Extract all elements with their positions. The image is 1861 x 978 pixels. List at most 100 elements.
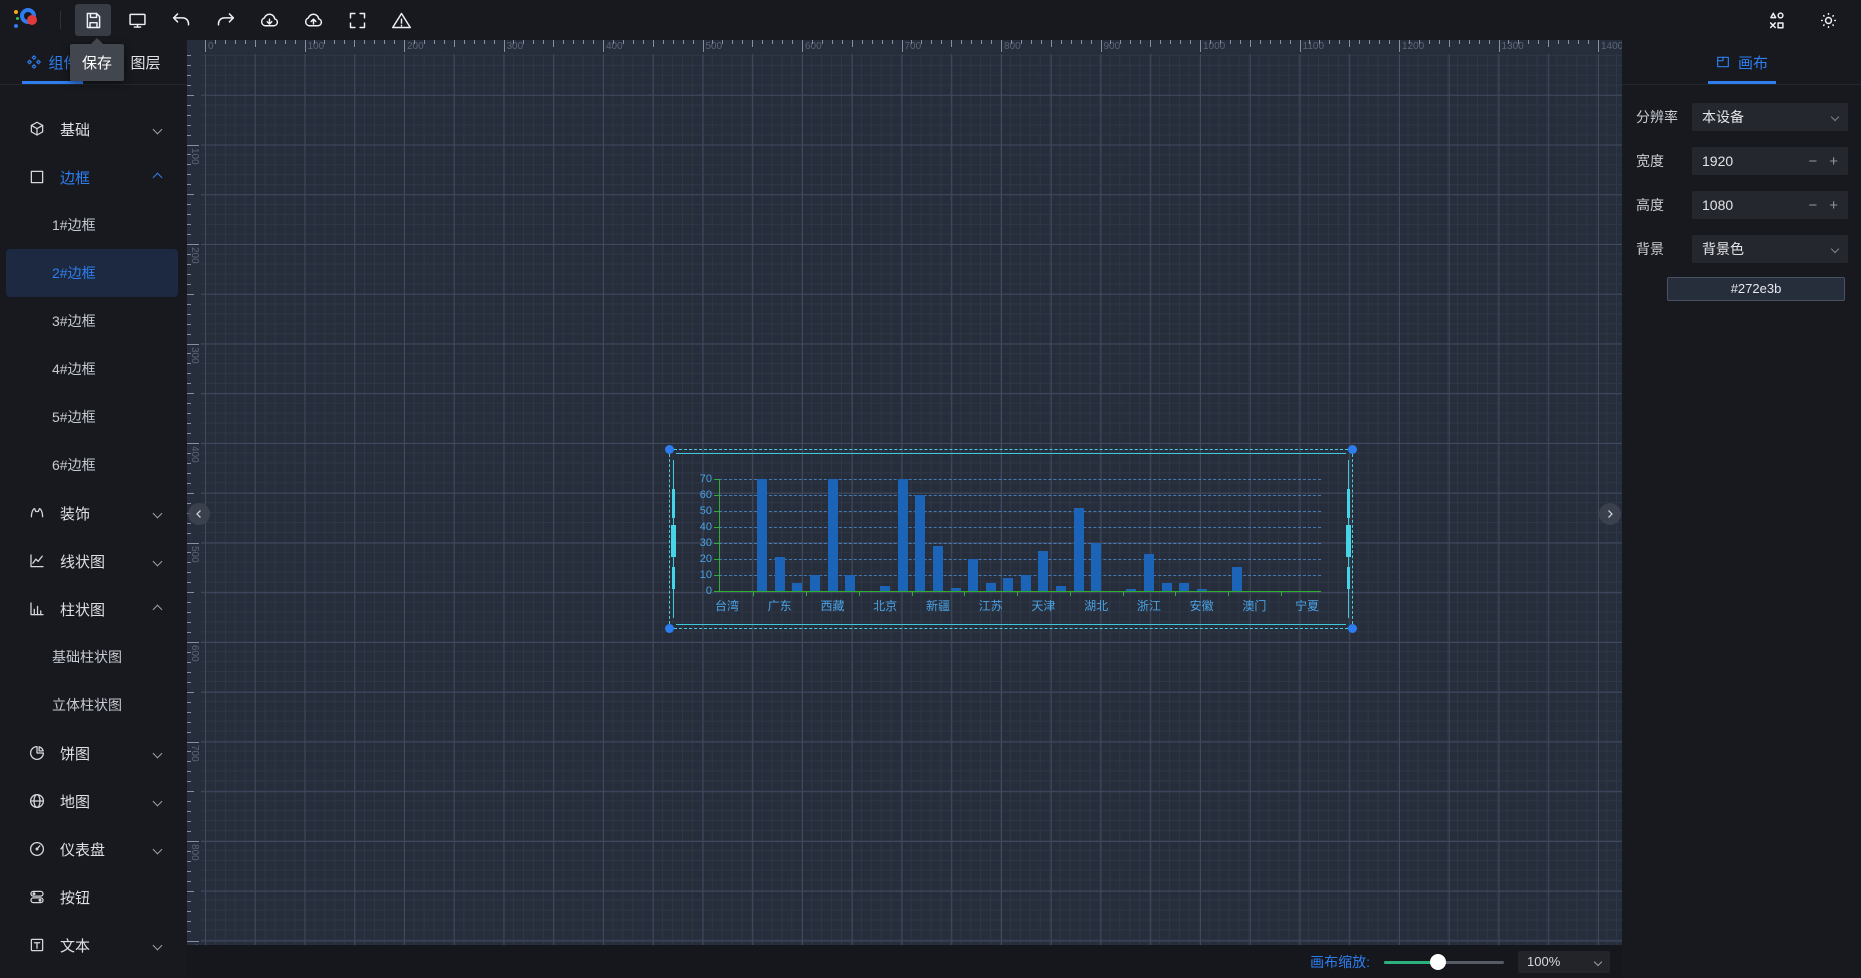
width-decrement-button[interactable]: − <box>1808 153 1817 170</box>
ruler-tick <box>583 40 584 44</box>
sidebar-item-text[interactable]: 文本 <box>0 921 187 969</box>
ruler-tick <box>812 40 813 44</box>
sidebar-item-line-chart[interactable]: 线状图 <box>0 537 187 585</box>
sidebar-item-gauge[interactable]: 仪表盘 <box>0 825 187 873</box>
ruler-tick <box>1031 40 1032 44</box>
ruler-tick <box>187 125 191 126</box>
sidebar-item-decoration[interactable]: 装饰 <box>0 489 187 537</box>
chevron-down-icon <box>1594 957 1602 965</box>
width-increment-button[interactable]: + <box>1829 153 1838 170</box>
collapse-right-button[interactable] <box>1599 503 1621 525</box>
zoom-select[interactable]: 100% <box>1518 951 1610 973</box>
ruler-tick <box>245 40 246 44</box>
ruler-tick <box>991 40 992 44</box>
ruler-tick <box>1558 40 1559 44</box>
collapse-left-button[interactable] <box>188 503 210 525</box>
resize-handle-top-right[interactable] <box>1348 445 1357 454</box>
x-axis-line <box>719 591 1321 592</box>
line-chart-icon <box>28 552 46 570</box>
sidebar-subitem-3#边框[interactable]: 3#边框 <box>6 297 178 345</box>
ruler-tick <box>971 40 972 44</box>
bar <box>951 588 961 591</box>
height-value: 1080 <box>1702 197 1733 213</box>
ruler-tick <box>683 40 684 44</box>
ruler-tick <box>187 592 194 593</box>
background-select[interactable]: 背景色 <box>1692 235 1848 263</box>
sidebar-item-label: 边框 <box>60 167 90 188</box>
selected-border-component[interactable]: 010203040506070台湾广东西藏北京新疆江苏天津湖北浙江安徽澳门宁夏 <box>669 449 1353 629</box>
redo-button[interactable] <box>207 4 243 36</box>
x-tick-label: 广东 <box>758 597 802 614</box>
sidebar-item-label: 装饰 <box>60 503 90 524</box>
ruler-number: 900 <box>1104 41 1121 52</box>
sidebar-subitem-1#边框[interactable]: 1#边框 <box>6 201 178 249</box>
sidebar-subitem-基础柱状图[interactable]: 基础柱状图 <box>6 633 178 681</box>
sidebar-menu: 基础边框 1#边框2#边框3#边框4#边框5#边框6#边框装饰线状图柱状图基础柱状… <box>0 85 187 969</box>
sidebar-subitem-6#边框[interactable]: 6#边框 <box>6 441 178 489</box>
x-tick-label: 北京 <box>863 597 907 614</box>
fullscreen-icon <box>347 10 368 31</box>
ruler-tick <box>187 75 191 76</box>
zoom-slider-thumb[interactable] <box>1430 954 1446 970</box>
y-tick-label: 40 <box>678 521 712 533</box>
cloud-download-button[interactable] <box>251 4 287 36</box>
ruler-tick <box>1081 40 1082 44</box>
ruler-tick <box>444 40 445 44</box>
bar <box>933 546 943 591</box>
save-button[interactable] <box>75 4 111 36</box>
fullscreen-button[interactable] <box>339 4 375 36</box>
height-decrement-button[interactable]: − <box>1808 197 1817 214</box>
monitor-button[interactable] <box>119 4 155 36</box>
sidebar-item-bar-chart[interactable]: 柱状图 <box>0 585 187 633</box>
bar <box>880 586 890 591</box>
bar <box>1056 586 1066 591</box>
sidebar-subitem-4#边框[interactable]: 4#边框 <box>6 345 178 393</box>
ruler-tick <box>981 40 982 44</box>
sidebar-subitem-立体柱状图[interactable]: 立体柱状图 <box>6 681 178 729</box>
sidebar-subitem-2#边框[interactable]: 2#边框 <box>6 249 178 297</box>
grid-line <box>719 543 1321 544</box>
resize-handle-top-left[interactable] <box>665 445 674 454</box>
grid-line <box>719 479 1321 480</box>
sidebar-item-border[interactable]: 边框 <box>0 153 187 201</box>
zoom-slider[interactable] <box>1384 954 1504 970</box>
shapes-button[interactable] <box>1761 4 1791 36</box>
ruler-tick <box>1140 40 1141 44</box>
resize-handle-bottom-left[interactable] <box>665 624 674 633</box>
sidebar-item-map[interactable]: 地图 <box>0 777 187 825</box>
canvas-tab-label: 画布 <box>1738 52 1768 73</box>
settings-panel: 画布 分辨率 本设备 宽度 1920 − + <box>1622 40 1861 978</box>
sidebar-item-pie-chart[interactable]: 饼图 <box>0 729 187 777</box>
ruler-tick <box>187 463 191 464</box>
resolution-select[interactable]: 本设备 <box>1692 103 1848 131</box>
ruler-tick <box>1001 40 1002 52</box>
ruler-tick <box>187 363 191 364</box>
ruler-tick <box>1489 40 1490 44</box>
width-input[interactable]: 1920 − + <box>1692 147 1848 175</box>
resize-handle-bottom-right[interactable] <box>1348 624 1357 633</box>
cloud-upload-button[interactable] <box>295 4 331 36</box>
ruler-tick <box>187 821 191 822</box>
resolution-label: 分辨率 <box>1636 107 1682 127</box>
ruler-tick <box>187 264 191 265</box>
chevron-down-icon <box>153 844 163 854</box>
sidebar-item-basic[interactable]: 基础 <box>0 105 187 153</box>
tab-canvas[interactable]: 画布 <box>1622 40 1861 85</box>
height-increment-button[interactable]: + <box>1829 197 1838 214</box>
ruler-tick <box>187 324 191 325</box>
ruler-tick <box>384 40 385 44</box>
ruler-tick <box>663 40 664 44</box>
ruler-tick <box>1329 40 1330 44</box>
brightness-button[interactable] <box>1813 4 1843 36</box>
canvas-grid[interactable]: 010203040506070台湾广东西藏北京新疆江苏天津湖北浙江安徽澳门宁夏 <box>201 54 1622 945</box>
undo-button[interactable] <box>163 4 199 36</box>
sidebar-item-button[interactable]: 按钮 <box>0 873 187 921</box>
sidebar-item-label: 饼图 <box>60 743 90 764</box>
height-input[interactable]: 1080 − + <box>1692 191 1848 219</box>
background-color-input[interactable]: #272e3b <box>1667 277 1845 301</box>
ruler-tick <box>1250 40 1251 47</box>
bar <box>828 479 838 591</box>
sidebar-subitem-5#边框[interactable]: 5#边框 <box>6 393 178 441</box>
warning-button[interactable] <box>383 4 419 36</box>
ruler-tick <box>187 552 191 553</box>
